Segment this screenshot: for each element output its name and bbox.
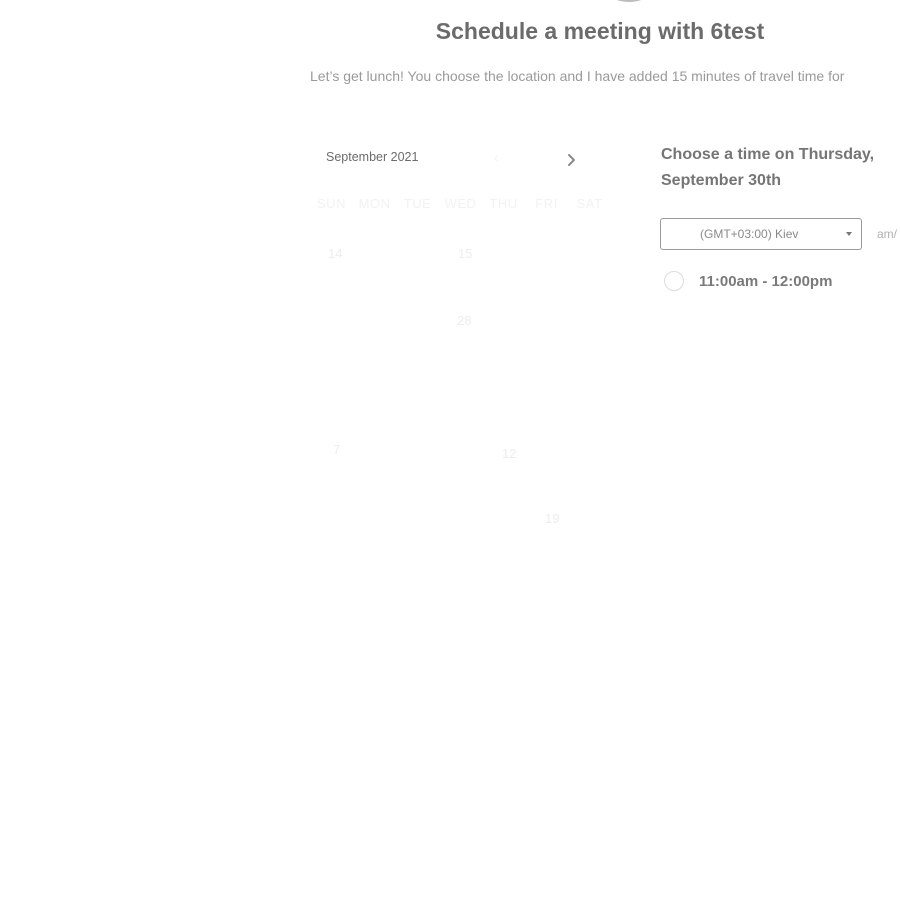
calendar-day: 14 — [328, 246, 343, 261]
weekday-header: SUN MON TUE WED THU FRI SAT — [310, 196, 611, 211]
chevron-left-icon[interactable]: ‹ — [494, 150, 498, 165]
scheduling-page: Schedule a meeting with 6test Let’s get … — [0, 0, 900, 900]
avatar — [598, 0, 660, 2]
time-format-toggle[interactable]: am/ — [877, 227, 897, 241]
weekday-label: FRI — [535, 196, 558, 211]
caret-down-icon — [846, 232, 852, 236]
weekday-label: TUE — [403, 196, 432, 211]
weekday-label: SAT — [576, 196, 603, 211]
weekday-label: WED — [444, 196, 477, 211]
calendar-day: 19 — [545, 511, 560, 526]
calendar-day: 7 — [333, 442, 341, 457]
timezone-select[interactable]: (GMT+03:00) Kiev — [660, 218, 862, 250]
time-slot-label: 11:00am - 12:00pm — [699, 272, 833, 290]
calendar-day: 28 — [457, 313, 472, 328]
calendar-day: 12 — [502, 446, 517, 461]
timezone-value: (GMT+03:00) Kiev — [700, 227, 799, 241]
chevron-right-icon[interactable] — [562, 150, 582, 170]
month-label: September 2021 — [326, 150, 419, 164]
page-description: Let’s get lunch! You choose the location… — [310, 68, 845, 84]
weekday-label: MON — [358, 196, 391, 211]
time-heading: Choose a time on Thursday, September 30t… — [661, 146, 875, 189]
weekday-label: THU — [489, 196, 518, 211]
radio-button[interactable] — [664, 271, 684, 291]
time-slot[interactable]: 11:00am - 12:00pm — [664, 271, 832, 291]
calendar-day: 15 — [458, 246, 473, 261]
weekday-label: SUN — [317, 196, 346, 211]
page-title: Schedule a meeting with 6test — [435, 18, 765, 44]
